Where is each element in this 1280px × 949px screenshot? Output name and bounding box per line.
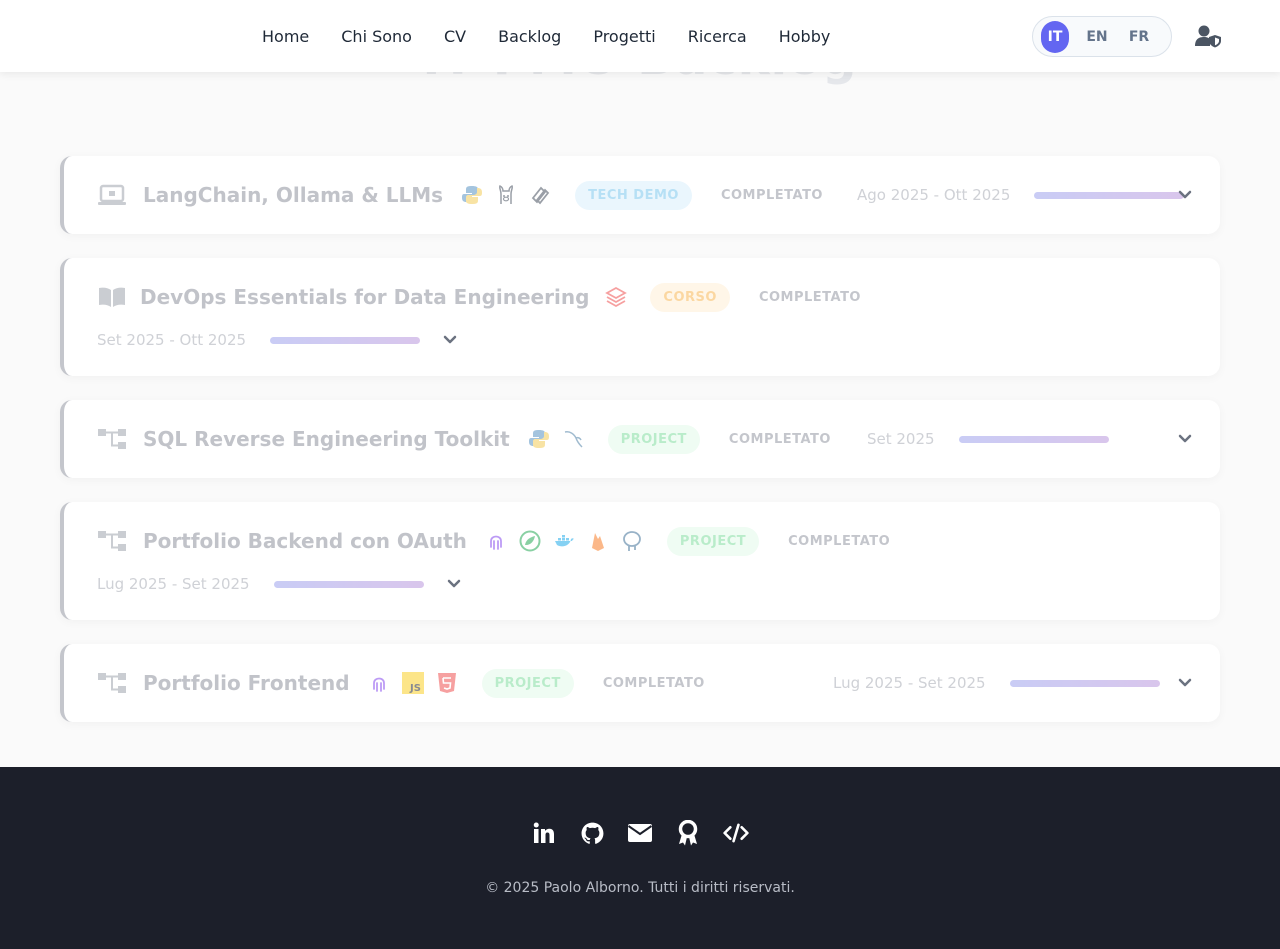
python-icon [528,430,549,448]
progress-fill [1009,679,1160,687]
status-label: COMPLETATO [758,289,861,305]
date-range: Lug 2025 - Set 2025 [833,674,986,692]
progress-bar [270,336,421,344]
chevron-down-icon[interactable] [1177,187,1193,203]
progress-bar [1009,679,1160,687]
nav-link-chi-sono[interactable]: Chi Sono [325,27,428,46]
progress-bar [1034,191,1185,199]
social-links [0,820,1280,846]
type-badge: TECH DEMO [575,180,692,210]
user-shield-icon[interactable] [1194,24,1222,48]
chevron-down-icon[interactable] [1177,675,1193,691]
progress-fill [958,435,1109,443]
date-range: Set 2025 - Ott 2025 [97,331,247,349]
date-range: Lug 2025 - Set 2025 [97,575,250,593]
backlog-item[interactable]: LangChain, Ollama & LLMs TECH DEMO COMPL… [60,156,1220,234]
book-open-icon [99,287,125,307]
nav-link-progetti[interactable]: Progetti [577,27,671,46]
sitemap-icon [98,531,126,551]
progress-bar [958,435,1109,443]
spring-icon [519,530,541,552]
backlog-item[interactable]: SQL Reverse Engineering Toolkit PROJECT … [60,400,1220,478]
firebase-icon [591,533,604,551]
backlog-item[interactable]: Portfolio Backend con OAuth PROJECT COMP… [60,502,1220,620]
type-badge: PROJECT [607,424,700,454]
tech-stack [528,428,584,450]
mysql-icon [564,431,583,448]
progress-fill [1034,191,1185,199]
status-label: COMPLETATO [788,533,891,549]
copyright-text: © 2025 Paolo Alborno. Tutti i diritti ri… [485,880,795,896]
lang-fr-button[interactable]: FR [1125,21,1153,53]
status-label: COMPLETATO [720,187,823,203]
date-range: Set 2025 [866,430,935,448]
date-range: Ago 2025 - Ott 2025 [857,186,1011,204]
chevron-down-icon[interactable] [442,332,458,348]
footer [0,767,1280,949]
octopus-icon [490,535,502,550]
nav-link-home[interactable]: Home [246,27,325,46]
tech-stack: JS [368,672,458,694]
status-label: COMPLETATO [602,675,705,691]
linkedin-icon[interactable] [531,820,557,846]
item-title: SQL Reverse Engineering Toolkit [143,427,510,451]
javascript-icon: JS [401,672,424,694]
sitemap-icon [98,673,126,693]
item-title: Portfolio Backend con OAuth [143,529,467,553]
item-title: LangChain, Ollama & LLMs [143,183,444,207]
svg-text:JS: JS [409,683,421,694]
sitemap-icon [98,429,126,449]
progress-fill [270,336,421,344]
nav-link-hobby[interactable]: Hobby [763,27,847,46]
award-icon[interactable] [675,820,701,846]
lang-en-button[interactable]: EN [1083,21,1111,53]
backlog-item[interactable]: Portfolio Frontend JS PROJECT COMPLETATO… [60,644,1220,722]
databricks-icon [605,286,628,308]
lang-it-button[interactable]: IT [1041,20,1069,53]
tech-stack [485,530,643,552]
nav-link-ricerca[interactable]: Ricerca [672,27,763,46]
html5-icon [437,673,456,693]
nav-link-cv[interactable]: CV [428,27,482,46]
progress-bar [273,580,424,588]
nav-link-backlog[interactable]: Backlog [482,27,577,46]
langchain-icon [531,186,550,205]
language-switcher: IT EN FR [1032,16,1172,57]
backlog-item[interactable]: DevOps Essentials for Data Engineering C… [60,258,1220,376]
chevron-down-icon[interactable] [1177,431,1193,447]
tech-stack [461,184,551,206]
tech-stack [605,286,628,308]
progress-fill [273,580,424,588]
code-icon[interactable] [723,820,749,846]
status-label: COMPLETATO [728,431,831,447]
top-navbar: Home Chi Sono CV Backlog Progetti Ricerc… [0,0,1280,72]
item-title: Portfolio Frontend [143,671,350,695]
laptop-code-icon [98,184,126,205]
type-badge: PROJECT [481,668,574,698]
postgresql-icon [623,531,641,551]
chevron-down-icon[interactable] [446,576,462,592]
nav-links: Home Chi Sono CV Backlog Progetti Ricerc… [246,0,846,72]
item-title: DevOps Essentials for Data Engineering [140,285,590,309]
type-badge: PROJECT [666,526,760,556]
github-icon[interactable] [579,820,605,846]
type-badge: CORSO [650,282,730,312]
octopus-icon [372,677,385,692]
docker-icon [554,535,574,547]
ollama-icon [499,184,514,204]
python-icon [462,186,483,204]
envelope-icon[interactable] [627,820,653,846]
